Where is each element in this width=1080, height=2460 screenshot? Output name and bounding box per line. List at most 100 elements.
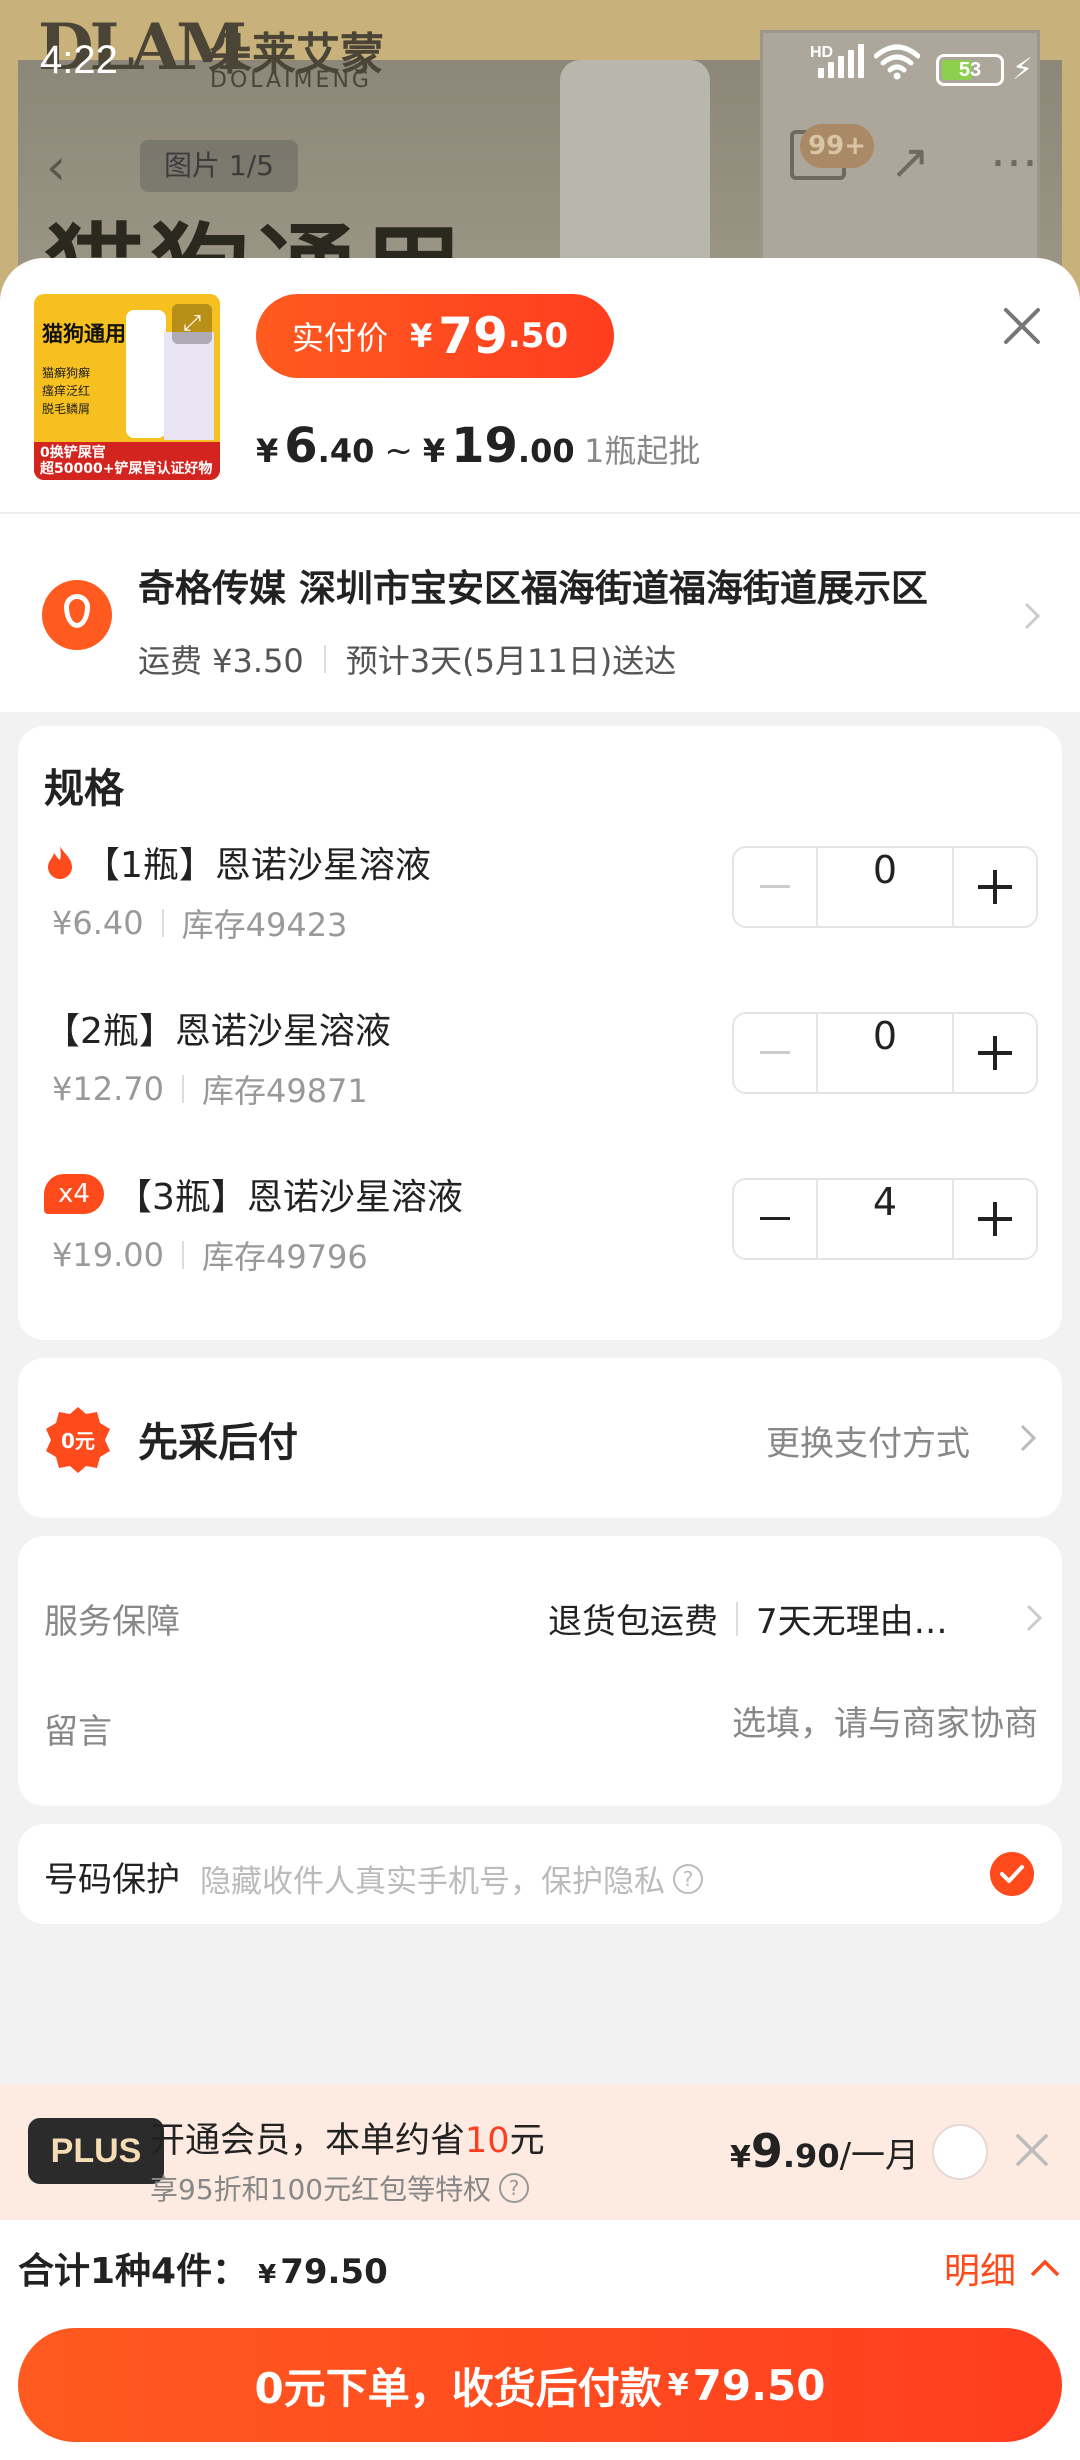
- pay-later-card[interactable]: 0元 先采后付 更换支付方式: [18, 1358, 1062, 1518]
- minus-icon: [760, 885, 790, 888]
- address-card[interactable]: 奇格传媒 深圳市宝安区福海街道福海街道展示区 运费 ¥3.50 预计3天(5月1…: [0, 512, 1080, 712]
- quantity-value[interactable]: 0: [818, 848, 952, 926]
- thumb-bottle-image: [126, 310, 166, 438]
- increment-button[interactable]: [952, 1180, 1036, 1258]
- spec-price: ¥12.70: [52, 1070, 164, 1108]
- range-max-decimal: .00: [517, 432, 575, 470]
- plus-radio[interactable]: [932, 2124, 988, 2180]
- quantity-value[interactable]: 4: [818, 1180, 952, 1258]
- paid-price-currency: ¥: [410, 317, 433, 355]
- minus-icon: [760, 1217, 790, 1220]
- detail-toggle[interactable]: 明细: [944, 2242, 1062, 2294]
- detail-label: 明细: [944, 2251, 1017, 2292]
- privacy-label: 号码保护: [44, 1860, 180, 1900]
- spec-sub: ¥6.40 库存49423: [52, 900, 347, 946]
- quantity-value[interactable]: 0: [818, 1014, 952, 1092]
- submit-order-button[interactable]: 0元下单，收货后付款 ¥ 79.50: [18, 2328, 1062, 2442]
- quantity-stepper: 0: [732, 1012, 1038, 1094]
- selected-count-badge: x4: [44, 1174, 104, 1214]
- total-summary: 合计1种4件： ¥ 79.50: [18, 2242, 388, 2294]
- plus-title-pre: 开通会员，本单约省: [150, 2121, 466, 2161]
- paid-price-integer: 79: [438, 307, 508, 365]
- increment-button[interactable]: [952, 1014, 1036, 1092]
- help-icon[interactable]: ?: [499, 2173, 530, 2203]
- increment-button[interactable]: [952, 848, 1036, 926]
- spec-row: x4 【3瓶】恩诺沙星溶液 ¥19.00 库存49796 4: [18, 1168, 1062, 1298]
- pay-later-badge-icon: 0元: [46, 1407, 110, 1473]
- network-hd-label: HD: [810, 44, 834, 61]
- decrement-button[interactable]: [734, 1014, 818, 1092]
- fire-icon: [48, 846, 72, 879]
- spec-title: 规格: [44, 766, 124, 812]
- thumb-feature: 脱毛鳞屑: [42, 402, 91, 416]
- spec-stock: 库存49871: [201, 1072, 368, 1110]
- chevron-right-icon: [1024, 602, 1041, 630]
- plus-logo: PLUS: [28, 2118, 164, 2184]
- product-thumbnail[interactable]: 猫狗通用 猫癣狗癣 瘙痒泛红 脱毛鳞屑 0换铲屎官 超50000+铲屎官认证好物…: [34, 294, 220, 480]
- service-values[interactable]: 退货包运费 7天无理由退货: [548, 1594, 966, 1643]
- range-max-currency: ¥: [422, 432, 446, 470]
- plus-sub: 享95折和100元红包等特权 ?: [150, 2168, 530, 2208]
- plus-icon: [978, 870, 1012, 904]
- close-icon[interactable]: [1012, 2130, 1052, 2170]
- decrement-button[interactable]: [734, 848, 818, 926]
- spec-sub: ¥12.70 库存49871: [52, 1066, 368, 1112]
- thumb-box-image: [164, 332, 214, 440]
- total-currency: ¥: [258, 2260, 277, 2290]
- spec-stock: 库存49796: [201, 1238, 368, 1276]
- spec-name-text: 【3瓶】恩诺沙星溶液: [115, 1177, 463, 1218]
- expand-icon[interactable]: ⤢: [172, 304, 212, 344]
- service-card: 服务保障 退货包运费 7天无理由退货 留言: [18, 1536, 1062, 1806]
- plus-membership-bar[interactable]: PLUS 开通会员，本单约省10元 享95折和100元红包等特权 ? ¥ 9 .…: [0, 2084, 1080, 2220]
- spec-card: 规格 【1瓶】恩诺沙星溶液 ¥6.40 库存49423 0 【2瓶】恩诺沙星溶液…: [18, 726, 1062, 1340]
- price-range: ¥ 6 .40 ~ ¥ 19 .00: [256, 418, 575, 474]
- submit-amount: 79.50: [692, 2360, 826, 2410]
- plus-icon: [978, 1036, 1012, 1070]
- minus-icon: [760, 1051, 790, 1054]
- chevron-right-icon: [1020, 1424, 1037, 1452]
- spec-row: 【1瓶】恩诺沙星溶液 ¥6.40 库存49423 0: [18, 836, 1062, 966]
- privacy-card: 号码保护 隐藏收件人真实手机号，保护隐私 ?: [18, 1824, 1062, 1924]
- plus-price: ¥ 9 .90 /一月: [730, 2124, 919, 2178]
- plus-title-post: 元: [509, 2121, 545, 2161]
- paid-price-pill: 实付价 ¥ 79 .50: [256, 294, 615, 378]
- plus-title: 开通会员，本单约省10元: [150, 2112, 545, 2163]
- status-bar: 4:22 HD 53 ⚡: [0, 30, 1080, 100]
- delivery-eta: 预计3天(5月11日)送达: [345, 642, 677, 680]
- help-icon[interactable]: ?: [673, 1863, 703, 1894]
- spec-name-text: 【2瓶】恩诺沙星溶液: [44, 1011, 391, 1052]
- thumb-footer: 0换铲屎官 超50000+铲屎官认证好物: [34, 442, 220, 480]
- range-max-integer: 19: [451, 418, 518, 474]
- shipping-fee: 运费 ¥3.50: [138, 642, 304, 680]
- decrement-button[interactable]: [734, 1180, 818, 1258]
- message-input[interactable]: [318, 1696, 1038, 1752]
- spec-name: 【1瓶】恩诺沙星溶液: [44, 836, 431, 888]
- total-label: 合计1种4件：: [18, 2251, 249, 2292]
- plus-price-period: /一月: [839, 2136, 920, 2176]
- purchase-sheet: 猫狗通用 猫癣狗癣 瘙痒泛红 脱毛鳞屑 0换铲屎官 超50000+铲屎官认证好物…: [0, 258, 1080, 2460]
- total-amount: 79.50: [280, 2252, 388, 2292]
- service-value-return-shipping: 退货包运费: [548, 1602, 718, 1642]
- address-meta: 运费 ¥3.50 预计3天(5月11日)送达: [138, 636, 676, 682]
- submit-currency: ¥: [667, 2367, 689, 2403]
- plus-saving-amount: 10: [465, 2121, 510, 2161]
- close-icon[interactable]: [994, 298, 1050, 354]
- thumb-tag: 0换铲屎官: [40, 445, 106, 461]
- wifi-icon: [874, 44, 920, 80]
- privacy-desc: 隐藏收件人真实手机号，保护隐私 ?: [200, 1856, 703, 1901]
- thumb-feature-list: 猫癣狗癣 瘙痒泛红 脱毛鳞屑: [42, 364, 112, 418]
- checkout-bar: 合计1种4件： ¥ 79.50 明细 0元下单，收货后付款 ¥ 79.50: [0, 2220, 1080, 2460]
- thumb-footer-text: 超50000+铲屎官认证好物: [40, 461, 213, 477]
- range-min-decimal: .40: [317, 432, 375, 470]
- privacy-checkbox[interactable]: [990, 1852, 1034, 1896]
- pay-later-icon-text: 0元: [61, 1429, 95, 1453]
- chevron-right-icon: [1026, 1604, 1043, 1632]
- service-label: 服务保障: [44, 1602, 180, 1642]
- message-label: 留言: [44, 1712, 112, 1752]
- thumb-feature: 猫癣狗癣: [42, 366, 91, 380]
- location-pin-icon: [42, 580, 112, 650]
- change-payment-link[interactable]: 更换支付方式: [766, 1416, 970, 1465]
- charging-icon: ⚡: [1012, 52, 1034, 87]
- plus-price-decimal: .90: [782, 2137, 840, 2175]
- thumb-feature: 瘙痒泛红: [42, 384, 91, 398]
